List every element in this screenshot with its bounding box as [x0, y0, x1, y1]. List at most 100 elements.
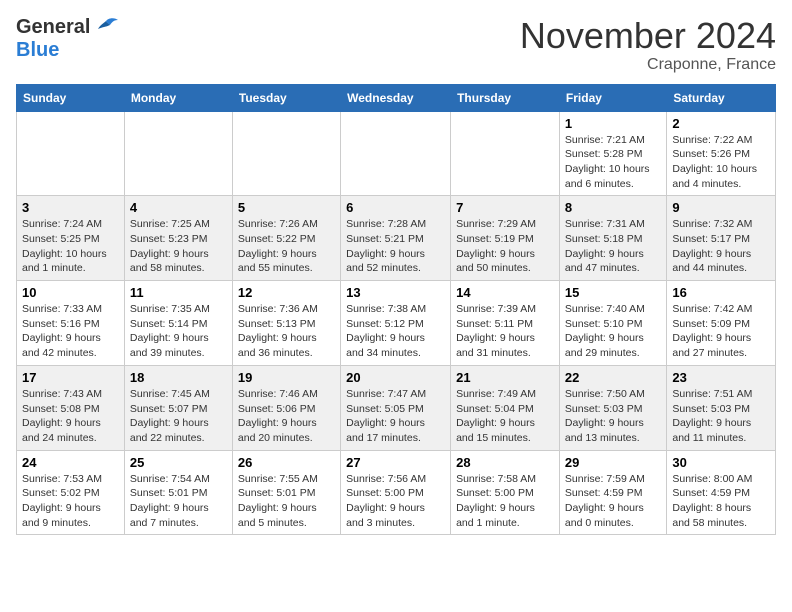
calendar-cell: 13 Sunrise: 7:38 AM Sunset: 5:12 PM Dayli… [341, 281, 451, 366]
day-info: Sunrise: 7:22 AM Sunset: 5:26 PM Dayligh… [672, 133, 770, 192]
calendar-week-row: 10 Sunrise: 7:33 AM Sunset: 5:16 PM Dayli… [17, 281, 776, 366]
calendar-cell: 12 Sunrise: 7:36 AM Sunset: 5:13 PM Dayli… [232, 281, 340, 366]
day-number: 10 [22, 285, 119, 300]
calendar-cell: 18 Sunrise: 7:45 AM Sunset: 5:07 PM Dayli… [124, 365, 232, 450]
calendar-cell: 23Sunrise: 7:51 AM Sunset: 5:03 PM Dayli… [667, 365, 776, 450]
day-info: Sunrise: 7:45 AM Sunset: 5:07 PM Dayligh… [130, 387, 227, 446]
day-number: 14 [456, 285, 554, 300]
calendar-cell [232, 111, 340, 196]
day-info: Sunrise: 7:21 AM Sunset: 5:28 PM Dayligh… [565, 133, 661, 192]
calendar-cell: 17 Sunrise: 7:43 AM Sunset: 5:08 PM Dayli… [17, 365, 125, 450]
day-number: 30 [672, 455, 770, 470]
day-number: 17 [22, 370, 119, 385]
day-info: Sunrise: 7:55 AM Sunset: 5:01 PM Dayligh… [238, 472, 335, 531]
day-info: Sunrise: 7:54 AM Sunset: 5:01 PM Dayligh… [130, 472, 227, 531]
day-number: 21 [456, 370, 554, 385]
weekday-header-friday: Friday [559, 84, 666, 111]
calendar-cell: 14 Sunrise: 7:39 AM Sunset: 5:11 PM Dayli… [451, 281, 560, 366]
day-number: 28 [456, 455, 554, 470]
day-info: Sunrise: 7:38 AM Sunset: 5:12 PM Dayligh… [346, 302, 445, 361]
calendar-cell: 4Sunrise: 7:25 AM Sunset: 5:23 PM Daylig… [124, 196, 232, 281]
title-block: November 2024 Craponne, France [520, 16, 776, 74]
day-info: Sunrise: 7:56 AM Sunset: 5:00 PM Dayligh… [346, 472, 445, 531]
page-subtitle: Craponne, France [520, 56, 776, 74]
day-number: 23 [672, 370, 770, 385]
calendar-cell [17, 111, 125, 196]
day-number: 11 [130, 285, 227, 300]
calendar-cell: 10 Sunrise: 7:33 AM Sunset: 5:16 PM Dayli… [17, 281, 125, 366]
logo-general-text: General [16, 16, 90, 39]
calendar-cell: 20 Sunrise: 7:47 AM Sunset: 5:05 PM Dayli… [341, 365, 451, 450]
day-number: 20 [346, 370, 445, 385]
day-info: Sunrise: 8:00 AM Sunset: 4:59 PM Dayligh… [672, 472, 770, 531]
day-number: 24 [22, 455, 119, 470]
day-info: Sunrise: 7:33 AM Sunset: 5:16 PM Dayligh… [22, 302, 119, 361]
day-number: 29 [565, 455, 661, 470]
day-info: Sunrise: 7:58 AM Sunset: 5:00 PM Dayligh… [456, 472, 554, 531]
weekday-header-row: SundayMondayTuesdayWednesdayThursdayFrid… [17, 84, 776, 111]
day-number: 15 [565, 285, 661, 300]
day-info: Sunrise: 7:42 AM Sunset: 5:09 PM Dayligh… [672, 302, 770, 361]
day-info: Sunrise: 7:39 AM Sunset: 5:11 PM Dayligh… [456, 302, 554, 361]
day-number: 12 [238, 285, 335, 300]
calendar-cell: 11 Sunrise: 7:35 AM Sunset: 5:14 PM Dayli… [124, 281, 232, 366]
day-number: 6 [346, 200, 445, 215]
day-number: 22 [565, 370, 661, 385]
calendar-table: SundayMondayTuesdayWednesdayThursdayFrid… [16, 84, 776, 536]
day-number: 18 [130, 370, 227, 385]
day-info: Sunrise: 7:36 AM Sunset: 5:13 PM Dayligh… [238, 302, 335, 361]
day-info: Sunrise: 7:32 AM Sunset: 5:17 PM Dayligh… [672, 217, 770, 276]
calendar-week-row: 24 Sunrise: 7:53 AM Sunset: 5:02 PM Dayli… [17, 450, 776, 535]
day-info: Sunrise: 7:47 AM Sunset: 5:05 PM Dayligh… [346, 387, 445, 446]
page-title: November 2024 [520, 16, 776, 56]
calendar-cell [341, 111, 451, 196]
day-info: Sunrise: 7:35 AM Sunset: 5:14 PM Dayligh… [130, 302, 227, 361]
calendar-cell: 6Sunrise: 7:28 AM Sunset: 5:21 PM Daylig… [341, 196, 451, 281]
page-header: General Blue November 2024 Craponne, Fra… [16, 16, 776, 74]
day-number: 19 [238, 370, 335, 385]
weekday-header-tuesday: Tuesday [232, 84, 340, 111]
calendar-cell: 15 Sunrise: 7:40 AM Sunset: 5:10 PM Dayli… [559, 281, 666, 366]
day-number: 25 [130, 455, 227, 470]
logo-blue-text: Blue [16, 39, 59, 62]
logo-bird-icon [92, 17, 120, 39]
calendar-cell [451, 111, 560, 196]
day-info: Sunrise: 7:26 AM Sunset: 5:22 PM Dayligh… [238, 217, 335, 276]
day-number: 7 [456, 200, 554, 215]
day-info: Sunrise: 7:49 AM Sunset: 5:04 PM Dayligh… [456, 387, 554, 446]
calendar-cell: 27 Sunrise: 7:56 AM Sunset: 5:00 PM Dayli… [341, 450, 451, 535]
calendar-cell [124, 111, 232, 196]
calendar-cell: 3Sunrise: 7:24 AM Sunset: 5:25 PM Daylig… [17, 196, 125, 281]
day-number: 2 [672, 116, 770, 131]
day-number: 3 [22, 200, 119, 215]
calendar-cell: 16 Sunrise: 7:42 AM Sunset: 5:09 PM Dayli… [667, 281, 776, 366]
weekday-header-wednesday: Wednesday [341, 84, 451, 111]
day-info: Sunrise: 7:31 AM Sunset: 5:18 PM Dayligh… [565, 217, 661, 276]
calendar-cell: 21 Sunrise: 7:49 AM Sunset: 5:04 PM Dayli… [451, 365, 560, 450]
calendar-cell: 25 Sunrise: 7:54 AM Sunset: 5:01 PM Dayli… [124, 450, 232, 535]
day-info: Sunrise: 7:25 AM Sunset: 5:23 PM Dayligh… [130, 217, 227, 276]
day-info: Sunrise: 7:43 AM Sunset: 5:08 PM Dayligh… [22, 387, 119, 446]
calendar-cell: 29 Sunrise: 7:59 AM Sunset: 4:59 PM Dayli… [559, 450, 666, 535]
weekday-header-saturday: Saturday [667, 84, 776, 111]
calendar-week-row: 1Sunrise: 7:21 AM Sunset: 5:28 PM Daylig… [17, 111, 776, 196]
calendar-cell: 26Sunrise: 7:55 AM Sunset: 5:01 PM Dayli… [232, 450, 340, 535]
weekday-header-sunday: Sunday [17, 84, 125, 111]
logo: General Blue [16, 16, 120, 62]
day-info: Sunrise: 7:40 AM Sunset: 5:10 PM Dayligh… [565, 302, 661, 361]
day-info: Sunrise: 7:53 AM Sunset: 5:02 PM Dayligh… [22, 472, 119, 531]
day-number: 16 [672, 285, 770, 300]
day-number: 5 [238, 200, 335, 215]
calendar-week-row: 17 Sunrise: 7:43 AM Sunset: 5:08 PM Dayli… [17, 365, 776, 450]
calendar-cell: 24 Sunrise: 7:53 AM Sunset: 5:02 PM Dayli… [17, 450, 125, 535]
day-info: Sunrise: 7:59 AM Sunset: 4:59 PM Dayligh… [565, 472, 661, 531]
calendar-cell: 5 Sunrise: 7:26 AM Sunset: 5:22 PM Daylig… [232, 196, 340, 281]
calendar-cell: 30 Sunrise: 8:00 AM Sunset: 4:59 PM Dayli… [667, 450, 776, 535]
calendar-cell: 2 Sunrise: 7:22 AM Sunset: 5:26 PM Daylig… [667, 111, 776, 196]
day-number: 9 [672, 200, 770, 215]
calendar-cell: 9 Sunrise: 7:32 AM Sunset: 5:17 PM Daylig… [667, 196, 776, 281]
day-number: 13 [346, 285, 445, 300]
day-info: Sunrise: 7:46 AM Sunset: 5:06 PM Dayligh… [238, 387, 335, 446]
day-number: 27 [346, 455, 445, 470]
calendar-cell: 8Sunrise: 7:31 AM Sunset: 5:18 PM Daylig… [559, 196, 666, 281]
